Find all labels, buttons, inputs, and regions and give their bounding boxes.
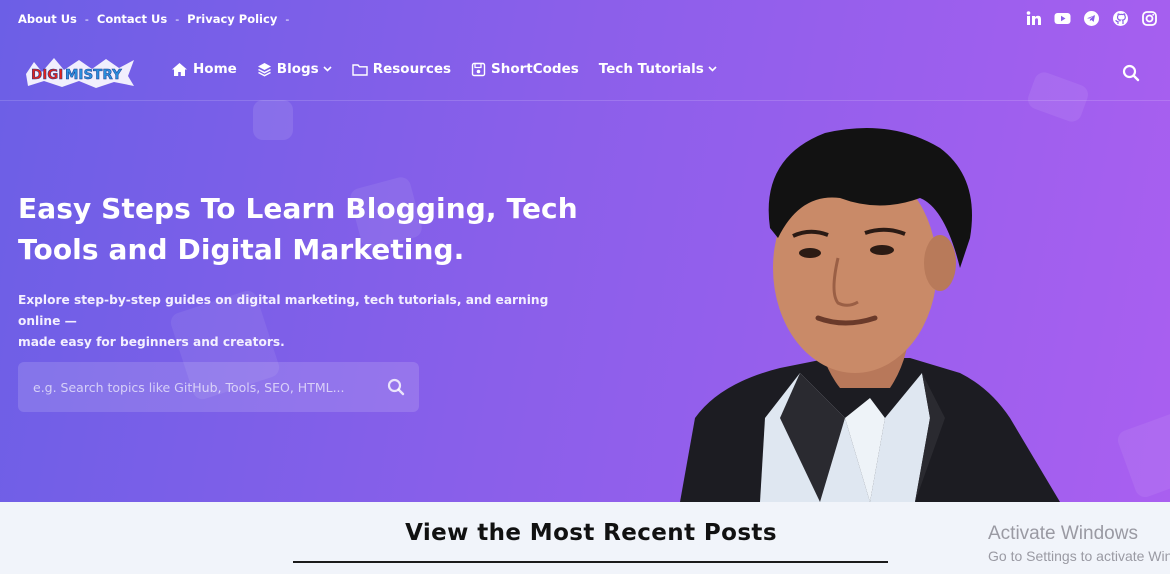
author-portrait xyxy=(660,118,1090,502)
nav-item-home[interactable]: Home xyxy=(171,61,237,77)
about-us-link[interactable]: About Us xyxy=(18,12,77,26)
search-input[interactable] xyxy=(18,362,368,412)
decor-square xyxy=(253,100,293,140)
nav-item-tech-tutorials[interactable]: Tech Tutorials xyxy=(599,61,717,77)
search-icon[interactable] xyxy=(387,378,405,396)
subtext-line-1: Explore step-by-step guides on digital m… xyxy=(18,293,549,328)
windows-activation-watermark: Activate Windows Go to Settings to activ… xyxy=(988,522,1170,566)
social-links xyxy=(1025,10,1158,27)
chevron-down-icon xyxy=(323,66,332,72)
nav-item-shortcodes[interactable]: ShortCodes xyxy=(471,61,579,77)
linkedin-icon[interactable] xyxy=(1025,10,1042,27)
nav-label: Resources xyxy=(372,61,452,77)
separator: - xyxy=(175,12,180,26)
instagram-icon[interactable] xyxy=(1141,10,1158,27)
decor-square xyxy=(1115,410,1170,500)
nav-item-resources[interactable]: Resources xyxy=(352,61,451,77)
watermark-line-2: Go to Settings to activate Windows. xyxy=(988,548,1170,564)
github-icon[interactable] xyxy=(1112,10,1129,27)
svg-text:MISTRY: MISTRY xyxy=(65,67,122,83)
home-icon xyxy=(172,62,187,76)
top-bar: About Us - Contact Us - Privacy Policy - xyxy=(0,0,1170,40)
hero-headline: Easy Steps To Learn Blogging, Tech Tools… xyxy=(18,188,578,270)
separator: - xyxy=(285,12,290,26)
watermark-line-1: Activate Windows xyxy=(988,523,1138,544)
hero-subtext: Explore step-by-step guides on digital m… xyxy=(18,290,578,353)
nav-label: Blogs xyxy=(276,61,319,77)
save-icon xyxy=(471,62,486,76)
site-logo[interactable]: DIGI MISTRY xyxy=(24,54,136,90)
chevron-down-icon xyxy=(708,66,717,72)
headline-line-1: Easy Steps To Learn Blogging, Tech xyxy=(18,192,578,225)
layers-icon xyxy=(257,62,271,77)
top-links: About Us - Contact Us - Privacy Policy - xyxy=(18,12,297,26)
hero-section: About Us - Contact Us - Privacy Policy - xyxy=(0,0,1170,502)
nav-menu: Home Blogs Resources ShortCodes Tech Tut… xyxy=(171,61,737,77)
separator: - xyxy=(84,12,89,26)
search-icon[interactable] xyxy=(1122,64,1140,82)
svg-text:DIGI: DIGI xyxy=(31,67,63,83)
folder-icon xyxy=(352,63,368,76)
nav-label: ShortCodes xyxy=(491,61,579,77)
contact-us-link[interactable]: Contact Us xyxy=(97,12,167,26)
subtext-line-2: made easy for beginners and creators. xyxy=(18,335,285,349)
nav-label: Home xyxy=(193,61,237,77)
youtube-icon[interactable] xyxy=(1054,10,1071,27)
headline-line-2: Tools and Digital Marketing. xyxy=(18,233,465,266)
main-navbar: DIGI MISTRY Home Blogs Resources ShortCo… xyxy=(0,40,1170,101)
nav-label: Tech Tutorials xyxy=(598,61,704,77)
privacy-policy-link[interactable]: Privacy Policy xyxy=(187,12,277,26)
telegram-icon[interactable] xyxy=(1083,10,1100,27)
nav-item-blogs[interactable]: Blogs xyxy=(257,61,332,77)
hero-search-box xyxy=(18,362,419,412)
title-underline xyxy=(293,561,888,563)
